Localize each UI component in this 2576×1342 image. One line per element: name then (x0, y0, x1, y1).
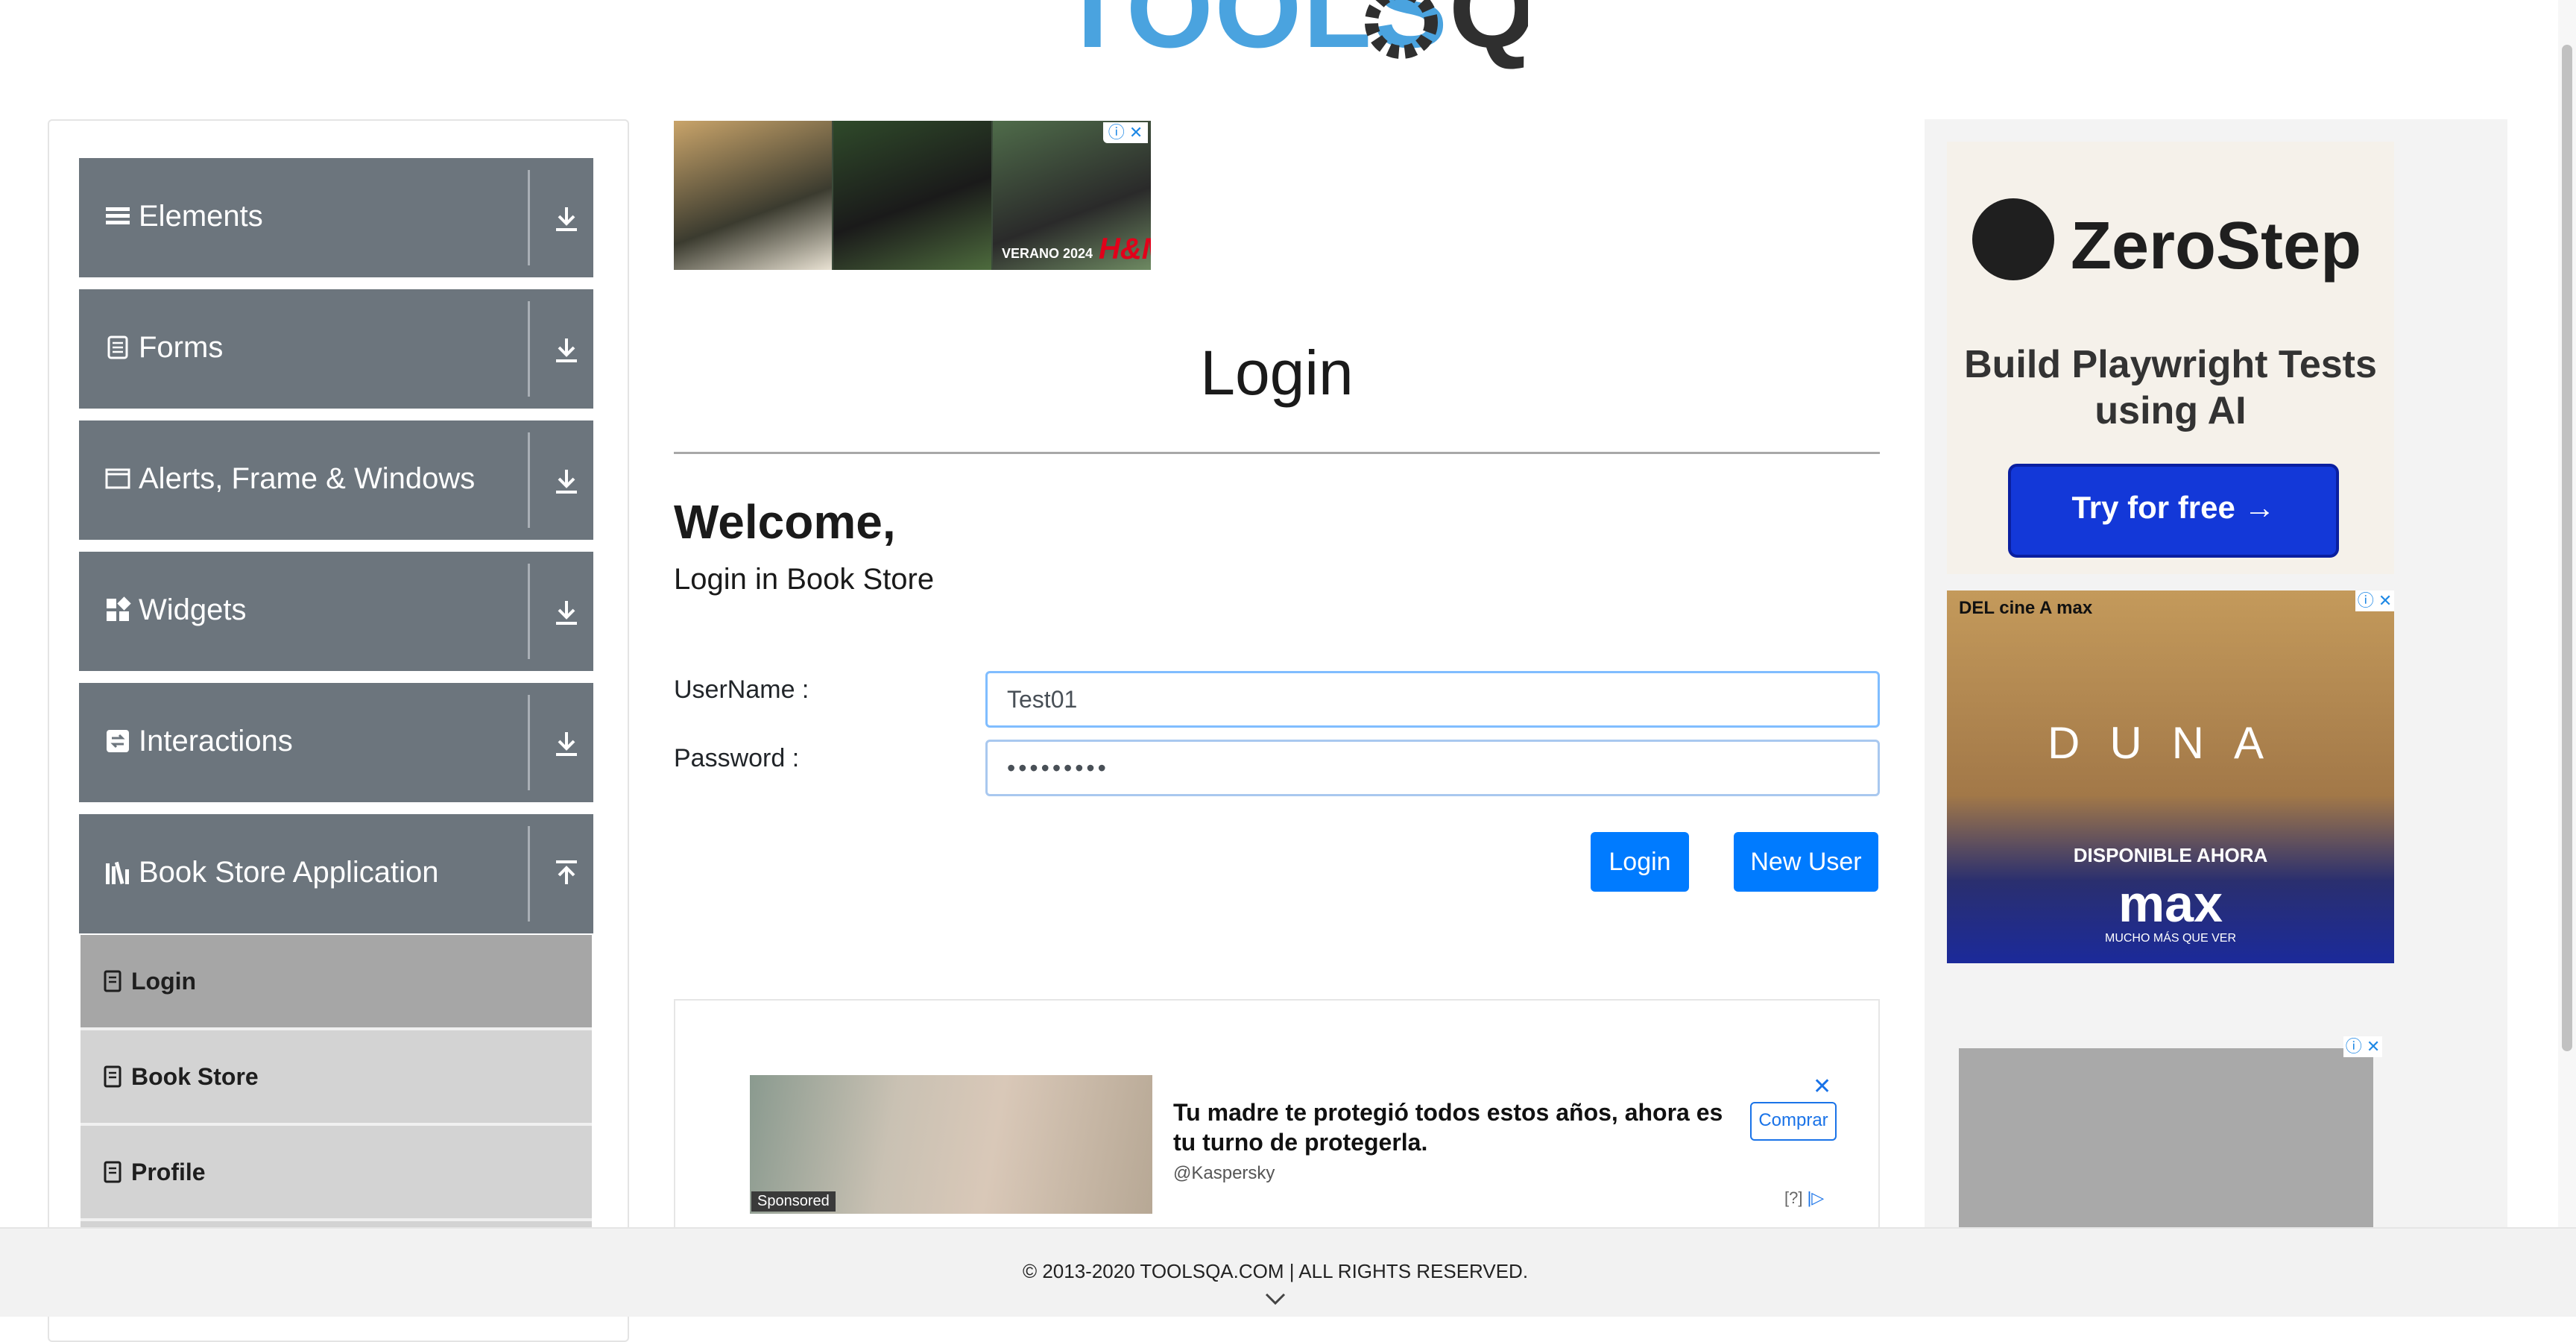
book-icon (104, 1161, 121, 1183)
divider (528, 564, 530, 659)
book-icon (104, 1065, 121, 1088)
ad-cta-button[interactable]: Comprar (1750, 1102, 1837, 1141)
ad-zerostep[interactable]: ZeroStep Build Playwright Tests using AI… (1947, 142, 2394, 574)
ad-tagline: Build Playwright Tests using AI (1964, 343, 2377, 432)
sidebar-group-widgets[interactable]: Widgets (79, 552, 593, 671)
footer: © 2013-2020 TOOLSQA.COM | ALL RIGHTS RES… (0, 1227, 2576, 1317)
try-for-free-button[interactable]: Try for free → (2008, 464, 2339, 558)
gear-icon (1365, 0, 1438, 59)
sponsored-label: Sponsored (751, 1191, 836, 1212)
sidebar-group-label: Forms (139, 331, 224, 364)
welcome-heading: Welcome, (674, 495, 896, 549)
sidebar-group-label: Elements (139, 200, 263, 233)
sidebar-item-profile[interactable]: Profile (80, 1126, 592, 1221)
form-icon (107, 336, 128, 359)
divider (528, 301, 530, 397)
ad-choices-icon: |▷ (1807, 1188, 1825, 1207)
max-logo: max (2118, 875, 2223, 933)
ad-choices-icon[interactable]: ⓘ ✕ (2343, 1036, 2382, 1057)
divider (528, 826, 530, 922)
chevron-down-icon[interactable] (1264, 1291, 1287, 1306)
login-subtitle: Login in Book Store (674, 563, 935, 596)
ad-headline: Tu madre te protegió todos estos años, a… (1173, 1099, 1723, 1156)
download-icon (556, 732, 577, 756)
ad-brand: ZeroStep (2071, 209, 2362, 283)
new-user-button[interactable]: New User (1734, 832, 1878, 892)
ad-banner-top[interactable]: VERANO 2024 H&M ⓘ ✕ (674, 121, 1151, 270)
sidebar-group-label: Widgets (139, 593, 247, 626)
download-icon (556, 338, 577, 362)
window-icon (105, 468, 130, 489)
sidebar-group-forms[interactable]: Forms (79, 289, 593, 409)
ad-choices-icon[interactable]: ⓘ ✕ (2355, 590, 2394, 611)
close-icon[interactable]: ✕ (1813, 1074, 1831, 1100)
username-input[interactable] (985, 671, 1880, 728)
sidebar-item-login[interactable]: Login (80, 935, 592, 1030)
footer-copyright: © 2013-2020 TOOLSQA.COM | ALL RIGHTS RES… (1022, 1260, 1529, 1282)
download-icon (556, 601, 577, 625)
ad-photo (833, 121, 991, 270)
books-icon (106, 861, 129, 885)
ad-brand-logo: H&M (1099, 233, 1151, 265)
sidebar-item-label: Book Store (131, 1063, 259, 1090)
sidebar-group-label: Book Store Application (139, 856, 439, 889)
ad-help-text: [?] (1784, 1188, 1803, 1207)
divider (528, 695, 530, 790)
scrollbar-thumb[interactable] (2562, 45, 2572, 1051)
ad-tag: MUCHO MÁS QUE VER (2104, 932, 2236, 945)
ad-caption: VERANO 2024 (1002, 246, 1093, 261)
toolsqa-logo[interactable]: TOOLSQA (1044, 0, 1528, 71)
ad-help-link[interactable]: [?] |▷ (1784, 1188, 1824, 1208)
zerostep-logo-icon (1972, 198, 2054, 280)
sidebar-group-label: Alerts, Frame & Windows (139, 462, 476, 495)
right-ad-column: ZeroStep Build Playwright Tests using AI… (1925, 119, 2507, 1317)
ad-choices-icon[interactable]: ⓘ ✕ (1103, 122, 1148, 143)
ad-availability: DISPONIBLE AHORA (2073, 844, 2268, 866)
book-icon (104, 970, 121, 992)
password-input[interactable] (985, 740, 1880, 796)
divider (674, 452, 1880, 454)
sidebar-group-elements[interactable]: Elements (79, 158, 593, 277)
sidebar-group-interactions[interactable]: Interactions (79, 683, 593, 802)
sidebar-item-label: Login (131, 968, 197, 995)
divider (528, 170, 530, 265)
scrollbar[interactable] (2558, 0, 2576, 1227)
logo-text-qa: QA (1448, 0, 1528, 71)
login-button[interactable]: Login (1591, 832, 1689, 892)
list-icon (106, 207, 130, 224)
page-title: Login (1200, 338, 1354, 408)
sidebar-group-label: Interactions (139, 725, 293, 757)
download-icon (556, 470, 577, 494)
widgets-icon (107, 596, 131, 621)
password-label: Password : (674, 744, 800, 772)
sidebar-item-label: Profile (131, 1159, 206, 1185)
ad-dune[interactable]: DEL cine A max DUNA DISPONIBLE AHORA max… (1947, 590, 2394, 963)
sidebar-group-alerts[interactable]: Alerts, Frame & Windows (79, 420, 593, 540)
upload-icon (556, 860, 577, 884)
sidebar-item-book-store[interactable]: Book Store (80, 1030, 592, 1126)
ad-photo (674, 121, 832, 270)
username-label: UserName : (674, 675, 809, 704)
download-icon (556, 207, 577, 231)
ad-title: DUNA (2047, 718, 2294, 768)
sidebar-group-book-store-application[interactable]: Book Store Application (79, 814, 593, 933)
ad-handle: @Kaspersky (1173, 1163, 1275, 1183)
interaction-icon (107, 730, 129, 752)
ad-badge: DEL cine A max (1959, 598, 2093, 618)
divider (528, 432, 530, 528)
